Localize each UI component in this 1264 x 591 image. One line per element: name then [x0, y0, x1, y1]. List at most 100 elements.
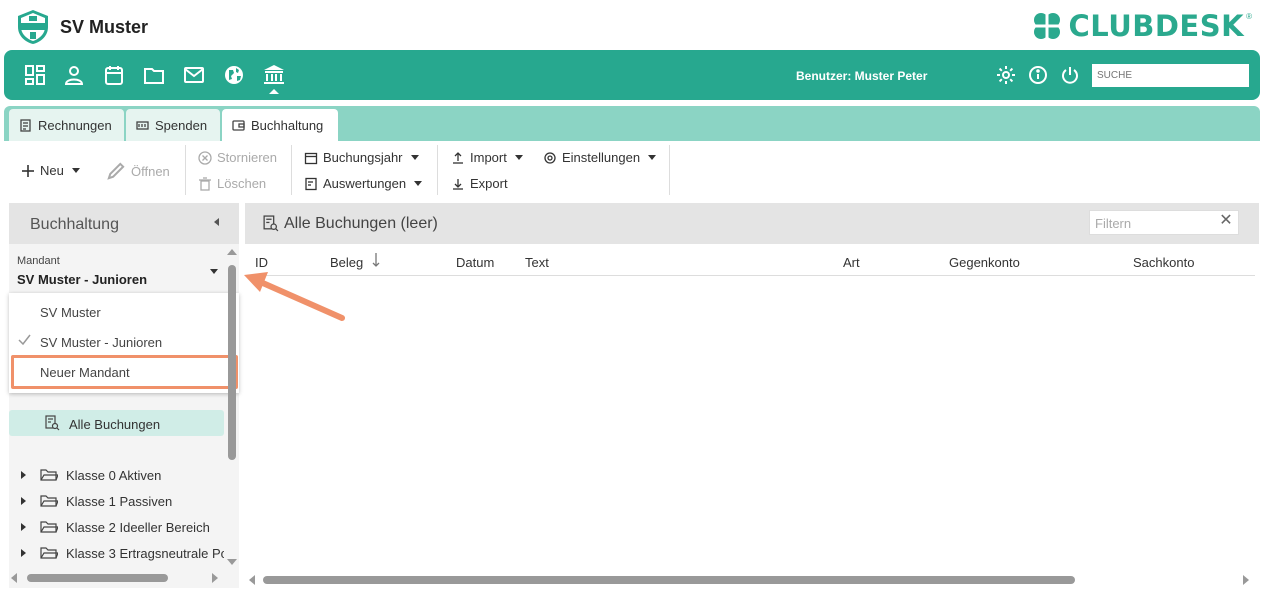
global-search-input[interactable]	[1092, 64, 1249, 87]
globe-icon[interactable]	[222, 63, 246, 87]
chevron-down-icon[interactable]	[210, 269, 218, 274]
new-button-label: Neu	[40, 163, 64, 178]
gear-icon[interactable]	[994, 63, 1018, 87]
dashboard-icon[interactable]	[23, 63, 47, 87]
scroll-up-icon[interactable]	[227, 249, 237, 255]
checkmark-icon	[18, 334, 31, 346]
tree-item-label: Klasse 0 Aktiven	[66, 467, 162, 483]
search-list-icon	[45, 415, 60, 431]
folder-open-icon	[40, 547, 58, 559]
fiscal-year-button[interactable]: Buchungsjahr	[304, 150, 419, 165]
folder-open-icon	[40, 469, 58, 481]
mandant-option-junioren[interactable]: SV Muster - Junioren	[40, 335, 162, 350]
mail-icon[interactable]	[182, 63, 206, 87]
chevron-right-icon[interactable]	[21, 471, 26, 479]
plus-icon	[22, 164, 34, 177]
invoice-icon	[20, 118, 31, 132]
toolbar-divider	[437, 145, 438, 195]
left-panel-header: Buchhaltung	[9, 203, 239, 244]
new-mandant-highlight	[11, 355, 238, 389]
club-logo-icon	[18, 10, 48, 44]
scroll-right-icon[interactable]	[212, 573, 218, 583]
bookings-horizontal-scrollbar[interactable]	[263, 576, 1075, 584]
collapse-left-icon[interactable]	[214, 218, 219, 226]
scroll-left-icon[interactable]	[11, 573, 17, 583]
scroll-left-icon[interactable]	[249, 575, 255, 585]
tree-item-klasse-0[interactable]: Klasse 0 Aktiven	[21, 465, 161, 485]
gear-icon	[544, 151, 556, 164]
wallet-icon	[232, 119, 245, 131]
mandant-option-sv-muster[interactable]: SV Muster	[40, 305, 101, 320]
scroll-right-icon[interactable]	[1243, 575, 1249, 585]
mandant-select[interactable]: SV Muster - Junioren	[17, 272, 147, 287]
cancel-button[interactable]: Stornieren	[198, 150, 277, 165]
column-header-gegenkonto[interactable]: Gegenkonto	[949, 255, 1020, 270]
export-button[interactable]: Export	[451, 176, 508, 191]
toolbar-divider	[185, 145, 186, 195]
cancel-circle-icon	[198, 150, 212, 165]
person-icon[interactable]	[62, 63, 86, 87]
main-navbar: Benutzer: Muster Peter	[4, 50, 1260, 100]
header-divider	[245, 275, 1255, 276]
close-icon[interactable]: ✕	[1218, 213, 1234, 229]
cancel-button-label: Stornieren	[217, 150, 277, 165]
left-horizontal-scrollbar[interactable]	[27, 574, 168, 582]
annotation-arrow-icon	[244, 272, 345, 321]
report-icon	[305, 177, 317, 190]
tab-label: Rechnungen	[38, 117, 112, 133]
brand-name: CLUBDESK	[1068, 9, 1245, 43]
column-header-datum[interactable]: Datum	[456, 255, 494, 270]
search-list-icon	[263, 215, 279, 232]
column-header-sachkonto[interactable]: Sachkonto	[1133, 255, 1194, 270]
chevron-right-icon[interactable]	[21, 523, 26, 531]
club-name: SV Muster	[60, 17, 149, 37]
folder-icon[interactable]	[142, 63, 166, 87]
toolbar-divider	[291, 145, 292, 195]
toolbar: Neu Öffnen Stornieren Löschen Buchungsja…	[0, 141, 1264, 197]
delete-button[interactable]: Löschen	[198, 176, 266, 191]
calendar-icon[interactable]	[102, 63, 126, 87]
calendar-icon	[304, 152, 318, 164]
bookings-title: Alle Buchungen (leer)	[284, 215, 438, 232]
chevron-right-icon[interactable]	[21, 549, 26, 557]
settings-button[interactable]: Einstellungen	[543, 150, 657, 165]
open-button[interactable]: Öffnen	[106, 161, 170, 181]
active-nav-indicator	[269, 89, 279, 94]
upload-icon	[453, 151, 463, 164]
tree-item-klasse-3[interactable]: Klasse 3 Ertragsneutrale Posten	[21, 543, 224, 563]
info-icon[interactable]	[1026, 63, 1050, 87]
tab-buchhaltung[interactable]: Buchhaltung	[222, 109, 338, 141]
chevron-right-icon[interactable]	[21, 497, 26, 505]
tree-item-label: Klasse 2 Ideeller Bereich	[66, 519, 210, 535]
filter-placeholder: Filtern	[1095, 216, 1132, 231]
reports-button[interactable]: Auswertungen	[304, 176, 423, 191]
tree-item-klasse-1[interactable]: Klasse 1 Passiven	[21, 491, 172, 511]
bank-icon[interactable]	[262, 63, 286, 87]
account-tree: Klasse 0 Aktiven Klasse 1 Passiven Klass…	[9, 460, 224, 570]
tree-item-label: Klasse 3 Ertragsneutrale Posten	[66, 545, 224, 561]
left-vertical-scrollbar[interactable]	[228, 265, 236, 460]
new-button[interactable]: Neu	[21, 163, 80, 178]
open-button-label: Öffnen	[131, 163, 170, 179]
column-header-art[interactable]: Art	[843, 255, 860, 270]
import-button[interactable]: Import	[451, 150, 523, 165]
chevron-down-icon	[514, 155, 523, 160]
folder-open-icon	[40, 495, 58, 507]
chevron-down-icon	[648, 155, 657, 160]
column-header-text[interactable]: Text	[525, 255, 549, 270]
app-header: SV Muster CLUBDESK ®	[0, 0, 1264, 50]
all-bookings-item[interactable]: Alle Buchungen	[9, 410, 224, 436]
pencil-icon	[107, 162, 125, 180]
current-user-label: Benutzer: Muster Peter	[796, 69, 928, 83]
sort-down-icon[interactable]	[371, 252, 381, 268]
tree-item-klasse-2[interactable]: Klasse 2 Ideeller Bereich	[21, 517, 210, 537]
tab-spenden[interactable]: Spenden	[126, 109, 220, 141]
scroll-down-icon[interactable]	[227, 559, 237, 565]
filter-input[interactable]: Filtern ✕	[1089, 210, 1239, 235]
fiscal-year-label: Buchungsjahr	[323, 150, 403, 165]
toolbar-divider	[669, 145, 670, 195]
power-icon[interactable]	[1058, 63, 1082, 87]
tab-rechnungen[interactable]: Rechnungen	[9, 109, 124, 141]
delete-button-label: Löschen	[217, 176, 267, 191]
tab-bar: Rechnungen Spenden Buchhaltung	[4, 106, 1260, 141]
